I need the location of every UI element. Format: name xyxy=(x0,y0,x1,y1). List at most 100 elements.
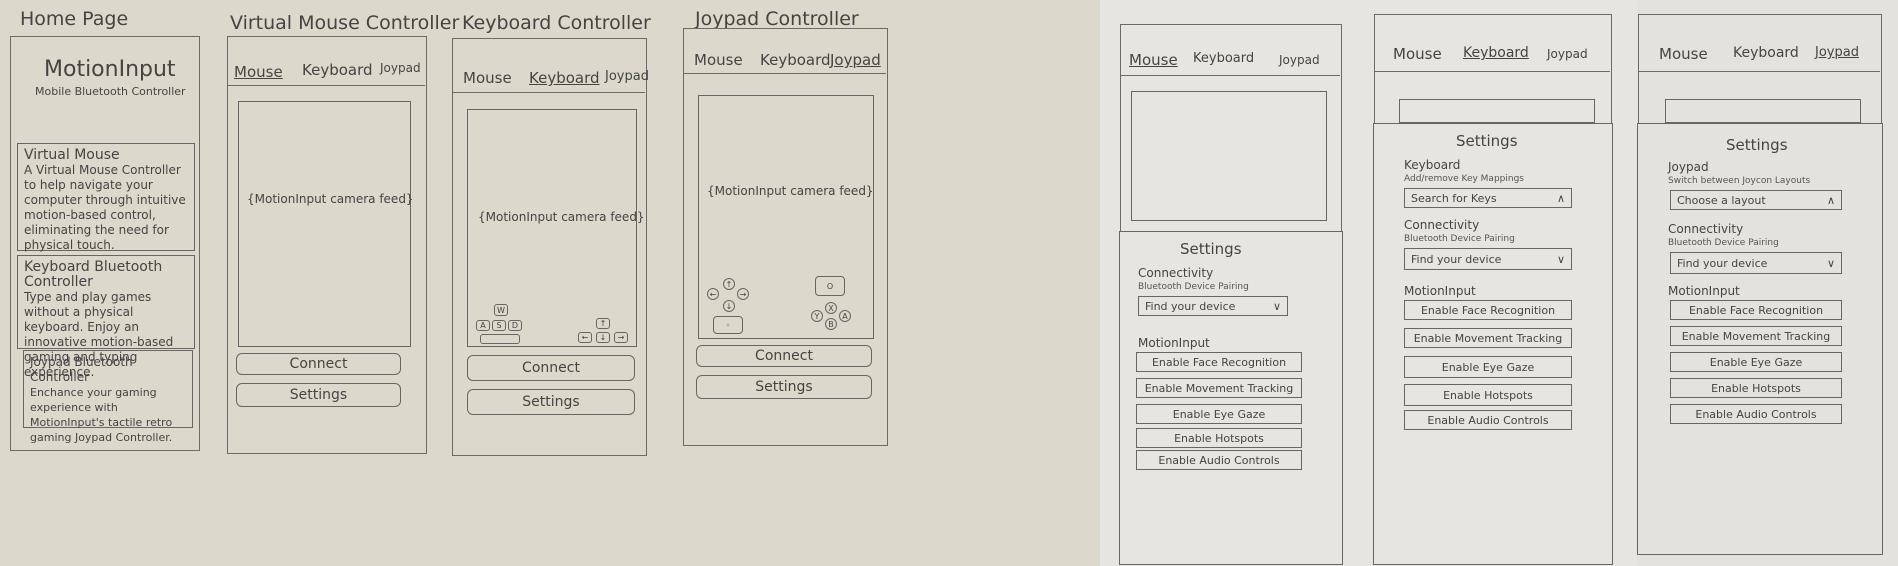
connectivity-label: Connectivity xyxy=(1668,222,1744,236)
settings-title: Settings xyxy=(1180,240,1242,258)
face-recognition-toggle[interactable]: Enable Face Recognition xyxy=(1404,300,1572,320)
keyboard-label: Keyboard xyxy=(1404,158,1461,172)
settings-button[interactable]: Settings xyxy=(236,383,401,407)
card-title: Joypad Bluetooth Controller xyxy=(30,355,133,384)
hotspots-toggle[interactable]: Enable Hotspots xyxy=(1404,384,1572,406)
tab-mouse[interactable]: Mouse xyxy=(234,63,283,81)
dpad-up[interactable]: ↑ xyxy=(723,278,735,290)
dpad-left[interactable]: ← xyxy=(707,288,719,300)
tab-keyboard[interactable]: Keyboard xyxy=(302,61,373,79)
face-recognition-toggle[interactable]: Enable Face Recognition xyxy=(1136,352,1302,372)
sketch-sheet-left: Home Page MotionInput Mobile Bluetooth C… xyxy=(0,0,1100,566)
joypad-caption: Joypad Controller xyxy=(695,8,859,30)
connectivity-label: Connectivity xyxy=(1138,266,1214,280)
find-device-value: Find your device xyxy=(1145,299,1236,313)
tab-mouse[interactable]: Mouse xyxy=(463,69,512,87)
tab-mouse[interactable]: Mouse xyxy=(694,51,743,69)
audio-controls-toggle[interactable]: Enable Audio Controls xyxy=(1670,404,1842,424)
button-y[interactable]: Y xyxy=(811,310,823,322)
camera-feed-edge xyxy=(1665,99,1861,123)
camera-feed-label: {MotionInput camera feed} xyxy=(247,192,414,206)
joypad-left-pad[interactable]: ◦ xyxy=(713,316,743,334)
key-w[interactable]: W xyxy=(494,304,508,316)
settings-button[interactable]: Settings xyxy=(467,389,635,415)
choose-layout-select[interactable]: Choose a layout ∧ xyxy=(1670,190,1842,210)
camera-feed: {MotionInput camera feed} ↑ ← → ↓ ◦ O X … xyxy=(698,95,874,339)
tab-joypad[interactable]: Joypad xyxy=(1547,47,1588,61)
audio-controls-toggle[interactable]: Enable Audio Controls xyxy=(1136,450,1302,470)
find-device-value: Find your device xyxy=(1411,252,1502,266)
key-d[interactable]: D xyxy=(508,320,522,331)
search-keys-value: Search for Keys xyxy=(1411,191,1497,205)
tab-joypad[interactable]: Joypad xyxy=(605,69,649,84)
movement-tracking-toggle[interactable]: Enable Movement Tracking xyxy=(1670,326,1842,346)
bt-pairing-label: Bluetooth Device Pairing xyxy=(1668,238,1779,248)
key-mappings-label: Add/remove Key Mappings xyxy=(1404,174,1524,184)
dpad-down[interactable]: ↓ xyxy=(723,300,735,312)
tab-joypad[interactable]: Joypad xyxy=(380,61,421,75)
connect-button[interactable]: Connect xyxy=(236,353,401,375)
camera-feed xyxy=(1131,91,1327,221)
tab-divider xyxy=(453,92,645,93)
key-arrow-down[interactable]: ↓ xyxy=(596,332,610,343)
connect-button[interactable]: Connect xyxy=(696,345,872,367)
keyboard-settings-phone: Mouse Keyboard Joypad Settings Keyboard … xyxy=(1373,14,1613,565)
audio-controls-toggle[interactable]: Enable Audio Controls xyxy=(1404,410,1572,430)
keyboard-card[interactable]: Keyboard Bluetooth Controller Type and p… xyxy=(17,255,195,379)
camera-feed-edge xyxy=(1399,99,1595,123)
movement-tracking-toggle[interactable]: Enable Movement Tracking xyxy=(1136,378,1302,398)
find-device-select[interactable]: Find your device ∨ xyxy=(1138,296,1288,316)
key-arrow-right[interactable]: → xyxy=(614,332,628,343)
tab-keyboard[interactable]: Keyboard xyxy=(760,51,831,69)
tab-keyboard[interactable]: Keyboard xyxy=(1733,45,1799,61)
tab-joypad[interactable]: Joypad xyxy=(1279,53,1320,67)
tab-mouse[interactable]: Mouse xyxy=(1129,51,1178,69)
connect-button[interactable]: Connect xyxy=(467,355,635,381)
face-recognition-toggle[interactable]: Enable Face Recognition xyxy=(1670,300,1842,320)
keyboard-caption: Keyboard Controller xyxy=(462,12,651,34)
camera-feed-label: {MotionInput camera feed} xyxy=(478,210,645,224)
key-s[interactable]: S xyxy=(492,320,506,331)
tab-divider xyxy=(228,85,425,86)
tab-joypad[interactable]: Joypad xyxy=(830,51,881,69)
joypad-right-pad[interactable]: O xyxy=(815,276,845,296)
tab-mouse[interactable]: Mouse xyxy=(1393,45,1442,63)
button-a[interactable]: A xyxy=(839,310,851,322)
key-a[interactable]: A xyxy=(476,320,490,331)
chevron-up-icon: ∧ xyxy=(1826,193,1835,207)
motioninput-label: MotionInput xyxy=(1404,284,1476,298)
key-space[interactable] xyxy=(480,334,520,344)
dpad-right[interactable]: → xyxy=(737,288,749,300)
card-title: Virtual Mouse xyxy=(24,147,120,163)
tab-joypad[interactable]: Joypad xyxy=(1815,45,1859,60)
joypad-card[interactable]: Joypad Bluetooth Controller Enchance you… xyxy=(23,350,193,444)
button-x[interactable]: X xyxy=(825,302,837,314)
settings-button[interactable]: Settings xyxy=(696,375,872,399)
hotspots-toggle[interactable]: Enable Hotspots xyxy=(1136,428,1302,448)
eye-gaze-toggle[interactable]: Enable Eye Gaze xyxy=(1404,356,1572,378)
search-keys-select[interactable]: Search for Keys ∧ xyxy=(1404,188,1572,208)
tab-keyboard[interactable]: Keyboard xyxy=(529,69,600,87)
find-device-select[interactable]: Find your device ∨ xyxy=(1404,248,1572,270)
tab-keyboard[interactable]: Keyboard xyxy=(1463,45,1529,61)
eye-gaze-toggle[interactable]: Enable Eye Gaze xyxy=(1136,404,1302,424)
card-title: Keyboard Bluetooth Controller xyxy=(24,259,163,290)
camera-feed: {MotionInput camera feed} xyxy=(238,101,414,347)
movement-tracking-toggle[interactable]: Enable Movement Tracking xyxy=(1404,328,1572,348)
mouse-phone: Mouse Keyboard Joypad {MotionInput camer… xyxy=(227,36,427,454)
tab-mouse[interactable]: Mouse xyxy=(1659,45,1708,63)
tab-divider xyxy=(1375,71,1610,72)
tab-keyboard[interactable]: Keyboard xyxy=(1193,51,1254,66)
home-caption: Home Page xyxy=(20,8,129,30)
find-device-select[interactable]: Find your device ∨ xyxy=(1670,252,1842,274)
keyboard-phone: Mouse Keyboard Joypad {MotionInput camer… xyxy=(452,38,649,456)
key-arrow-up[interactable]: ↑ xyxy=(596,318,610,329)
hotspots-toggle[interactable]: Enable Hotspots xyxy=(1670,378,1842,398)
bt-pairing-label: Bluetooth Device Pairing xyxy=(1404,234,1515,244)
camera-feed: {MotionInput camera feed} W A S D ↑ ← ↓ … xyxy=(467,109,645,347)
key-arrow-left[interactable]: ← xyxy=(578,332,592,343)
virtual-mouse-card[interactable]: Virtual Mouse A Virtual Mouse Controller… xyxy=(17,143,195,252)
button-b[interactable]: B xyxy=(825,318,837,330)
app-title: MotionInput xyxy=(44,57,176,82)
eye-gaze-toggle[interactable]: Enable Eye Gaze xyxy=(1670,352,1842,372)
